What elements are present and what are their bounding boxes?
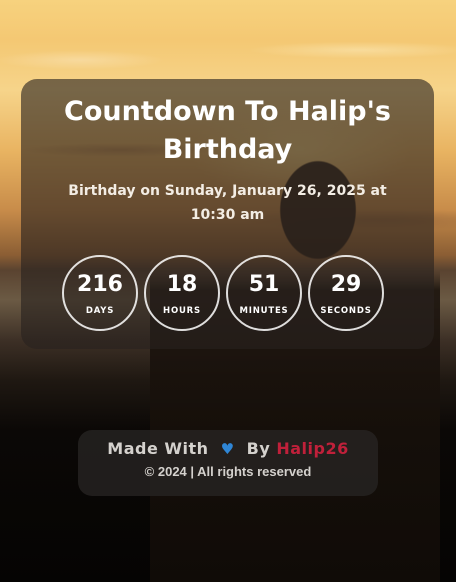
hours-value: 18 xyxy=(166,272,198,297)
days-circle: 216 DAYS xyxy=(62,255,138,331)
page-title: Countdown To Halip's Birthday xyxy=(64,96,391,165)
footer-card: Made With ♥ By Halip26 © 2024 | All righ… xyxy=(78,430,378,496)
countdown-timers: 216 DAYS 18 HOURS 51 MINUTES 29 SECONDS xyxy=(62,255,384,331)
made-with-line: Made With ♥ By Halip26 xyxy=(78,438,378,460)
days-label: DAYS xyxy=(85,306,115,316)
seconds-value: 29 xyxy=(330,272,362,297)
copyright-text: © 2024 | All rights reserved xyxy=(144,464,312,479)
hours-circle: 18 HOURS xyxy=(144,255,220,331)
minutes-circle: 51 MINUTES xyxy=(226,255,302,331)
by-text: By xyxy=(246,439,271,458)
made-with-text: Made With xyxy=(107,439,209,458)
minutes-value: 51 xyxy=(248,272,280,297)
minutes-label: MINUTES xyxy=(239,306,289,316)
hours-label: HOURS xyxy=(163,306,201,316)
days-value: 216 xyxy=(77,272,123,297)
seconds-label: SECONDS xyxy=(320,306,372,316)
countdown-card: Countdown To Halip's Birthday Birthday o… xyxy=(21,79,434,349)
seconds-circle: 29 SECONDS xyxy=(308,255,384,331)
birthday-date: Birthday on Sunday, January 26, 2025 at … xyxy=(68,183,387,223)
author-link[interactable]: Halip26 xyxy=(276,439,348,458)
blue-heart-icon: ♥ xyxy=(220,440,235,458)
